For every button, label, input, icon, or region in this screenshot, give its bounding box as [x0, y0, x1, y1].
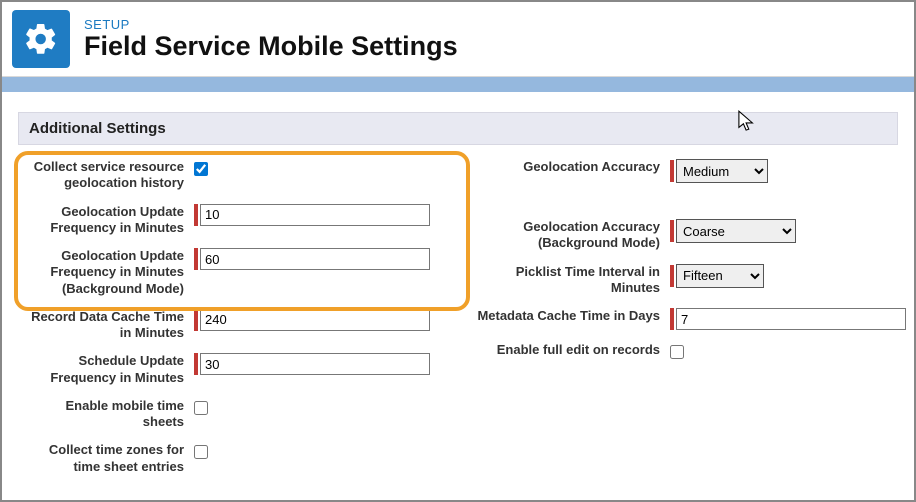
row-geo-update-bg: Geolocation Update Frequency in Minutes … — [24, 248, 430, 297]
label-timezones: Collect time zones for time sheet entrie… — [24, 442, 194, 475]
checkbox-timezones[interactable] — [194, 445, 208, 459]
input-geo-update[interactable] — [200, 204, 430, 226]
input-meta-cache[interactable] — [676, 308, 906, 330]
required-indicator — [670, 308, 674, 330]
required-indicator — [194, 204, 198, 226]
row-mobile-ts: Enable mobile time sheets — [24, 398, 430, 431]
label-mobile-ts: Enable mobile time sheets — [24, 398, 194, 431]
label-geo-accuracy: Geolocation Accuracy — [470, 159, 670, 175]
input-schedule-update[interactable] — [200, 353, 430, 375]
label-geo-accuracy-bg: Geolocation Accuracy (Background Mode) — [470, 219, 670, 252]
row-full-edit: Enable full edit on records — [470, 342, 906, 359]
row-schedule-update: Schedule Update Frequency in Minutes — [24, 353, 430, 386]
input-record-cache[interactable] — [200, 309, 430, 331]
label-geo-update: Geolocation Update Frequency in Minutes — [24, 204, 194, 237]
settings-grid: Collect service resource geolocation his… — [18, 159, 898, 487]
label-full-edit: Enable full edit on records — [470, 342, 670, 358]
left-column: Collect service resource geolocation his… — [24, 159, 430, 487]
label-geo-update-bg: Geolocation Update Frequency in Minutes … — [24, 248, 194, 297]
app-window: SETUP Field Service Mobile Settings Addi… — [0, 0, 916, 502]
row-geo-accuracy-bg: Geolocation Accuracy (Background Mode) C… — [470, 219, 906, 252]
required-indicator — [194, 353, 198, 375]
setup-gear-icon — [12, 10, 70, 68]
row-geo-update: Geolocation Update Frequency in Minutes — [24, 204, 430, 237]
select-geo-accuracy[interactable]: Medium — [676, 159, 768, 183]
header-text: SETUP Field Service Mobile Settings — [84, 17, 458, 62]
select-picklist-interval[interactable]: Fifteen — [676, 264, 764, 288]
row-timezones: Collect time zones for time sheet entrie… — [24, 442, 430, 475]
page-header: SETUP Field Service Mobile Settings — [2, 2, 914, 76]
page-title: Field Service Mobile Settings — [84, 31, 458, 62]
input-geo-update-bg[interactable] — [200, 248, 430, 270]
row-meta-cache: Metadata Cache Time in Days — [470, 308, 906, 330]
checkbox-collect-history[interactable] — [194, 162, 208, 176]
label-meta-cache: Metadata Cache Time in Days — [470, 308, 670, 324]
required-indicator — [194, 248, 198, 270]
label-record-cache: Record Data Cache Time in Minutes — [24, 309, 194, 342]
checkbox-full-edit[interactable] — [670, 345, 684, 359]
right-column: Geolocation Accuracy Medium Geolocation … — [470, 159, 906, 487]
checkbox-mobile-ts[interactable] — [194, 401, 208, 415]
label-collect-history: Collect service resource geolocation his… — [24, 159, 194, 192]
section-header: Additional Settings — [18, 112, 898, 145]
required-indicator — [670, 265, 674, 287]
header-eyebrow: SETUP — [84, 17, 458, 32]
select-geo-accuracy-bg[interactable]: Coarse — [676, 219, 796, 243]
row-picklist-interval: Picklist Time Interval in Minutes Fiftee… — [470, 264, 906, 297]
required-indicator — [670, 220, 674, 242]
row-record-cache: Record Data Cache Time in Minutes — [24, 309, 430, 342]
required-indicator — [670, 160, 674, 182]
settings-body: Additional Settings Collect service reso… — [2, 92, 914, 487]
decorative-ribbon — [2, 76, 914, 92]
row-geo-accuracy: Geolocation Accuracy Medium — [470, 159, 906, 183]
label-schedule-update: Schedule Update Frequency in Minutes — [24, 353, 194, 386]
row-collect-history: Collect service resource geolocation his… — [24, 159, 430, 192]
label-picklist-interval: Picklist Time Interval in Minutes — [470, 264, 670, 297]
required-indicator — [194, 309, 198, 331]
